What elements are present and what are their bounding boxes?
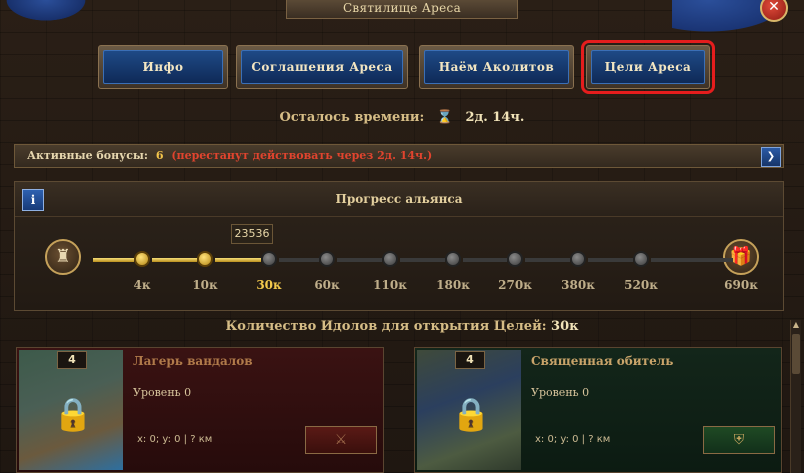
tab-agreements-label: Соглашения Ареса [241,50,403,84]
idols-value: 30к [551,319,579,334]
expand-bonuses-button[interactable]: ❯ [761,147,781,167]
milestone-node [197,251,213,267]
milestone-label: 520к [624,278,658,292]
active-bonuses-label: Активные бонусы: [27,149,148,162]
chevron-right-icon: ❯ [766,151,776,162]
milestone-label: 380к [561,278,595,292]
milestone-label: 690к [724,278,758,292]
active-bonuses-bar[interactable]: Активные бонусы: 6 (перестанут действова… [14,144,784,168]
milestone-node [261,251,277,267]
tab-agreements[interactable]: Соглашения Ареса [236,45,408,89]
window-title: Святилище Ареса [286,0,518,19]
milestone-node [134,251,150,267]
target-coords[interactable]: x: 0; y: 0 | ? км [535,434,610,445]
progress-segment [215,258,261,262]
progress-segment [400,258,445,262]
tab-info[interactable]: Инфо [98,45,228,89]
active-bonuses-count: 6 [155,149,164,162]
milestone-label: 30к [256,278,282,292]
scrollbar-thumb[interactable] [792,334,800,374]
target-badge: 4 [455,351,485,369]
gift-icon[interactable]: 🎁 [723,239,759,275]
milestone-node [382,251,398,267]
alliance-progress-title: Прогресс альянса [15,182,783,217]
tab-ares-targets[interactable]: Цели Ареса [581,40,715,94]
progress-segment [93,258,134,262]
progress-segment [525,258,570,262]
lock-icon: 🔒 [451,395,491,433]
info-button[interactable]: i [22,189,44,211]
shield-icon: ⛨ [733,432,745,448]
milestone-node [445,251,461,267]
active-bonuses-warning: (перестанут действовать через 2д. 14ч.) [171,149,433,162]
curtain-left-decoration [0,0,92,24]
alliance-progress-panel: Прогресс альянса i ♜ 🎁 23536 4к 10к 30к 60к… [14,181,784,311]
time-remaining: Осталось времени: ⌛ 2д. 14ч. [0,110,804,125]
milestone-node [507,251,523,267]
milestone-label: 180к [436,278,470,292]
defend-button[interactable]: ⛨ [703,426,775,454]
attack-button[interactable]: ⚔ [305,426,377,454]
tab-info-label: Инфо [103,50,223,84]
milestone-label: 4к [133,278,151,292]
milestone-label: 10к [192,278,218,292]
lock-icon: 🔒 [53,395,93,433]
crossed-swords-icon: ⚔ [334,432,348,448]
progress-segment [588,258,633,262]
progress-segment [651,258,733,262]
target-coords[interactable]: x: 0; y: 0 | ? км [137,434,212,445]
tab-ares-targets-label: Цели Ареса [591,50,705,84]
milestone-node [633,251,649,267]
milestone-label: 270к [498,278,532,292]
time-remaining-value: 2д. 14ч. [465,110,525,125]
idols-label: Количество Идолов для открытия Целей: [225,319,547,334]
progress-segment [279,258,319,262]
scrollbar[interactable]: ▲ [790,320,801,473]
time-remaining-label: Осталось времени: [279,110,425,125]
tab-acolytes-label: Наём Аколитов [424,50,569,84]
milestone-label: 60к [314,278,340,292]
target-card-sacred-abode[interactable]: 4 🔒 Священная обитель Уровень 0 x: 0; y:… [414,347,782,473]
ares-statue-icon: ♜ [45,239,81,275]
milestone-node [570,251,586,267]
target-badge: 4 [57,351,87,369]
current-progress-value: 23536 [231,224,273,244]
milestone-label: 110к [373,278,407,292]
milestone-node [319,251,335,267]
close-icon: ✕ [768,0,780,15]
target-level: Уровень 0 [133,386,192,399]
hourglass-icon: ⌛ [436,110,453,125]
scroll-up-icon[interactable]: ▲ [791,320,801,330]
tab-acolytes[interactable]: Наём Аколитов [419,45,574,89]
idols-requirement: Количество Идолов для открытия Целей: 30… [0,319,804,334]
progress-segment [337,258,382,262]
target-level: Уровень 0 [531,386,590,399]
target-card-vandal-camp[interactable]: 4 🔒 Лагерь вандалов Уровень 0 x: 0; y: 0… [16,347,384,473]
target-title: Лагерь вандалов [133,354,253,368]
progress-segment [152,258,197,262]
progress-segment [463,258,507,262]
target-title: Священная обитель [531,354,674,368]
